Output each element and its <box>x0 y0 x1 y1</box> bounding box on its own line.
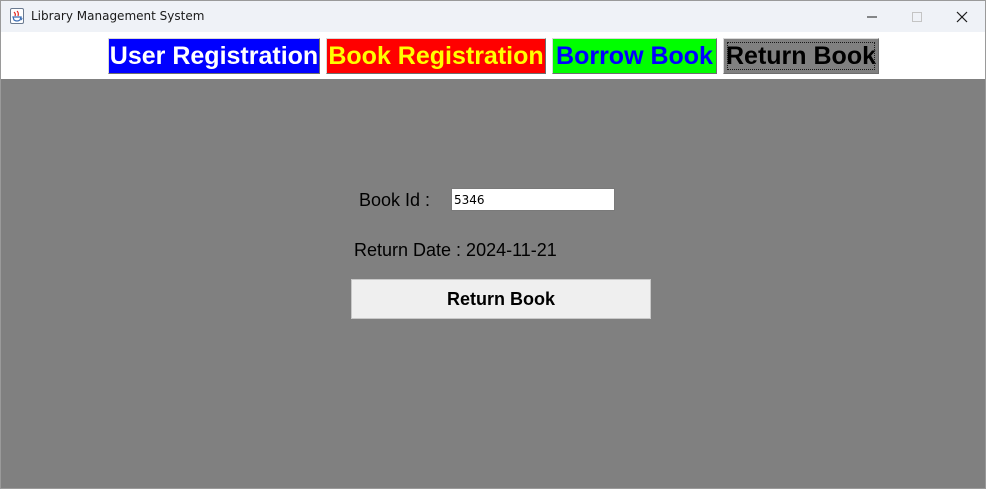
tab-borrow-book[interactable]: Borrow Book <box>552 38 717 74</box>
maximize-icon <box>912 12 922 22</box>
close-icon <box>956 11 968 23</box>
book-id-label: Book Id : <box>359 190 431 210</box>
close-button[interactable] <box>939 1 985 32</box>
java-cup-icon <box>10 8 24 24</box>
return-date-text: Return Date : 2024-11-21 <box>354 240 557 260</box>
maximize-button[interactable] <box>894 1 940 32</box>
title-bar[interactable]: Library Management System <box>1 1 985 32</box>
tab-return-book[interactable]: Return Book <box>723 38 879 74</box>
window-title: Library Management System <box>31 9 205 23</box>
tab-return-book-label: Return Book <box>726 42 876 70</box>
book-id-input[interactable] <box>451 188 615 211</box>
return-book-panel: Book Id : Return Date : 2024-11-21 Retur… <box>1 79 985 488</box>
return-book-button[interactable]: Return Book <box>351 279 651 319</box>
tab-bar: User Registration Book Registration Borr… <box>1 32 985 79</box>
tab-user-registration[interactable]: User Registration <box>108 38 320 74</box>
minimize-icon <box>867 16 877 18</box>
minimize-button[interactable] <box>849 1 895 32</box>
app-window: Library Management System User Registrat… <box>0 0 986 489</box>
tab-book-registration[interactable]: Book Registration <box>326 38 546 74</box>
